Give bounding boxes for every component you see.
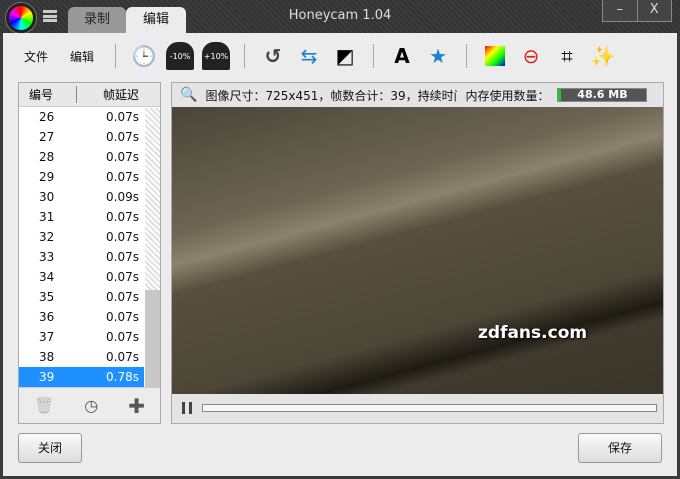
frame-row[interactable]: 33 0.07s [19, 247, 144, 267]
speed-down-icon[interactable]: -10% [166, 42, 195, 70]
frame-delay: 0.78s [106, 370, 139, 384]
frame-number: 37 [39, 330, 55, 344]
divider [244, 44, 246, 68]
preview-panel: 🔍 图像尺寸：725x451，帧数合计：39，持续时间 内存使用数量： 48.6… [171, 82, 664, 424]
zoom-icon[interactable]: 🔍 [180, 87, 197, 103]
playback-progress[interactable] [202, 404, 657, 412]
frame-number: 38 [39, 350, 55, 364]
frame-delay: 0.07s [106, 130, 139, 144]
frame-row[interactable]: 38 0.07s [19, 347, 144, 367]
memory-label: 内存使用数量： [465, 88, 550, 103]
close-button[interactable]: 关闭 [18, 433, 82, 463]
frame-row[interactable]: 36 0.07s [19, 307, 144, 327]
frame-number: 34 [39, 270, 55, 284]
frame-row[interactable]: 31 0.07s [19, 207, 144, 227]
save-button[interactable]: 保存 [578, 433, 662, 463]
frame-row[interactable]: 39 0.78s [19, 367, 144, 387]
frame-delay: 0.07s [106, 270, 139, 284]
frame-row[interactable]: 35 0.07s [19, 287, 144, 307]
memory-value: 48.6 MB [577, 88, 628, 101]
frame-row[interactable]: 27 0.07s [19, 127, 144, 147]
yoyo-icon[interactable]: ⇆ [295, 42, 323, 70]
frame-delay: 0.07s [106, 330, 139, 344]
color-filter-icon[interactable] [481, 42, 509, 70]
image-info: 图像尺寸：725x451，帧数合计：39，持续时间 [205, 88, 458, 103]
frame-delay: 0.07s [106, 250, 139, 264]
frame-row[interactable]: 29 0.07s [19, 167, 144, 187]
close-window-button[interactable]: X [638, 0, 672, 21]
menu-edit[interactable]: 编辑 [59, 48, 105, 65]
scrollbar-thumb[interactable] [145, 290, 160, 387]
crop-icon[interactable]: ⌗ [553, 42, 581, 70]
frame-row[interactable]: 34 0.07s [19, 267, 144, 287]
frame-delay: 0.07s [106, 310, 139, 324]
frame-number: 30 [39, 190, 55, 204]
frame-number: 32 [39, 230, 55, 244]
reverse-icon[interactable]: ↺ [259, 42, 287, 70]
frame-delay: 0.07s [106, 210, 139, 224]
frame-delay: 0.07s [106, 110, 139, 124]
divider [466, 44, 468, 68]
minimize-button[interactable]: – [603, 0, 638, 21]
text-icon[interactable]: A [388, 42, 416, 70]
frame-row[interactable]: 28 0.07s [19, 147, 144, 167]
frame-number: 33 [39, 250, 55, 264]
sticker-icon[interactable]: ★ [424, 42, 452, 70]
frame-delay: 0.07s [106, 290, 139, 304]
frame-delay: 0.07s [106, 350, 139, 364]
frame-delay: 0.07s [106, 170, 139, 184]
main-area: 文件 编辑 🕒 -10% +10% ↺ ⇆ ◩ A ★ ⊖ ⌗ ✨ 编号 帧延迟 … [3, 33, 677, 476]
window-title: Honeycam 1.04 [288, 8, 392, 23]
memory-bar: 48.6 MB [557, 88, 648, 102]
effects-wand-icon[interactable]: ✨ [589, 42, 617, 70]
fade-icon[interactable]: ◩ [331, 42, 359, 70]
frame-delay: 0.07s [106, 150, 139, 164]
frame-number: 27 [39, 130, 55, 144]
divider [115, 44, 117, 68]
clock-icon[interactable]: ◷ [84, 396, 98, 415]
frame-number: 39 [39, 370, 55, 384]
watermark: zdfans.com [478, 323, 588, 343]
col-number-header[interactable]: 编号 [19, 86, 77, 103]
title-bar: 录制 编辑 Honeycam 1.04 – X [0, 0, 680, 33]
speed-up-icon[interactable]: +10% [202, 42, 231, 70]
frame-number: 28 [39, 150, 55, 164]
frame-list-panel: 编号 帧延迟 26 0.07s 27 0.07s 28 0.07s 29 0.07s 30 0.09… [18, 82, 161, 424]
remove-frames-icon[interactable]: ⊖ [517, 42, 545, 70]
trash-icon[interactable]: 🗑 [34, 396, 54, 415]
frame-number: 26 [39, 110, 55, 124]
frame-row[interactable]: 37 0.07s [19, 327, 144, 347]
scrollbar[interactable] [145, 108, 160, 387]
frame-row[interactable]: 26 0.07s [19, 107, 144, 127]
frame-delay: 0.07s [106, 230, 139, 244]
preview-image: zdfans.com [172, 107, 663, 394]
divider [373, 44, 375, 68]
frame-number: 35 [39, 290, 55, 304]
menu-file[interactable]: 文件 [13, 48, 59, 65]
frame-number: 36 [39, 310, 55, 324]
clock-icon[interactable]: 🕒 [130, 42, 158, 70]
add-icon[interactable]: ✚ [128, 394, 145, 418]
frame-delay: 0.09s [106, 190, 139, 204]
col-delay-header[interactable]: 帧延迟 [77, 86, 139, 103]
frame-number: 31 [39, 210, 55, 224]
frame-row[interactable]: 32 0.07s [19, 227, 144, 247]
toolbar: 文件 编辑 🕒 -10% +10% ↺ ⇆ ◩ A ★ ⊖ ⌗ ✨ [13, 38, 621, 74]
frame-number: 29 [39, 170, 55, 184]
frame-row[interactable]: 30 0.09s [19, 187, 144, 207]
pause-button[interactable] [182, 402, 192, 414]
